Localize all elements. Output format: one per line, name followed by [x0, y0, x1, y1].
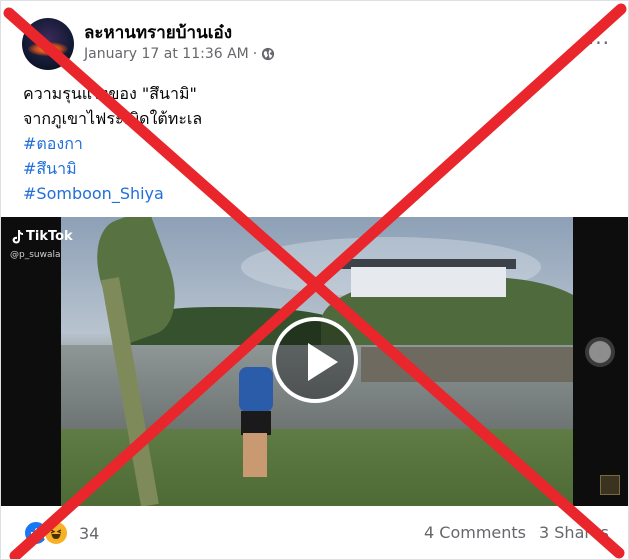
- tiktok-icon: [12, 229, 23, 243]
- person-legs: [243, 433, 267, 477]
- post-caption: ความรุนแรงของ "สึนามิ" จากภูเขาไฟระเบิดใ…: [23, 81, 202, 206]
- video-side-dot: [589, 341, 611, 363]
- play-icon: [308, 343, 338, 381]
- video-player[interactable]: TikTok @p_suwala: [1, 217, 628, 506]
- avatar-lights: [28, 42, 68, 56]
- play-button[interactable]: [272, 317, 358, 403]
- hashtag-somboon-shiya[interactable]: #Somboon_Shiya: [23, 181, 202, 206]
- more-options-button[interactable]: ···: [588, 31, 610, 55]
- comments-count[interactable]: 4 Comments: [424, 523, 526, 542]
- video-house: [351, 267, 506, 297]
- hashtag-tonga[interactable]: #ตองกา: [23, 131, 202, 156]
- page-avatar[interactable]: [22, 18, 74, 70]
- post-footer: 34 4 Comments 3 Shares: [1, 506, 628, 559]
- video-person: [231, 367, 273, 477]
- tiktok-username: @p_suwala: [10, 250, 61, 260]
- meta-separator: ·: [252, 46, 258, 62]
- globe-icon: [262, 47, 275, 61]
- caption-line-2: จากภูเขาไฟระเบิดใต้ทะเล: [23, 109, 203, 128]
- haha-icon: [43, 520, 69, 546]
- shares-count[interactable]: 3 Shares: [539, 523, 609, 542]
- tiktok-brand: TikTok: [26, 229, 73, 244]
- person-shorts: [241, 411, 271, 435]
- tiktok-watermark: TikTok: [11, 229, 73, 244]
- video-corner-badge: [600, 475, 620, 495]
- reactions-summary[interactable]: 34: [23, 520, 99, 546]
- person-shirt: [239, 367, 273, 412]
- facebook-post: ละหานทรายบ้านเอ๋ง January 17 at 11:36 AM…: [0, 0, 629, 560]
- reaction-count: 34: [79, 523, 100, 543]
- post-meta: January 17 at 11:36 AM ·: [84, 46, 275, 62]
- video-letterbox-left: [1, 217, 61, 506]
- post-timestamp[interactable]: January 17 at 11:36 AM: [84, 46, 249, 62]
- page-name[interactable]: ละหานทรายบ้านเอ๋ง: [84, 19, 232, 46]
- caption-line-1: ความรุนแรงของ "สึนามิ": [23, 84, 197, 103]
- video-riverbank: [361, 347, 573, 382]
- hashtag-tsunami[interactable]: #สึนามิ: [23, 156, 202, 181]
